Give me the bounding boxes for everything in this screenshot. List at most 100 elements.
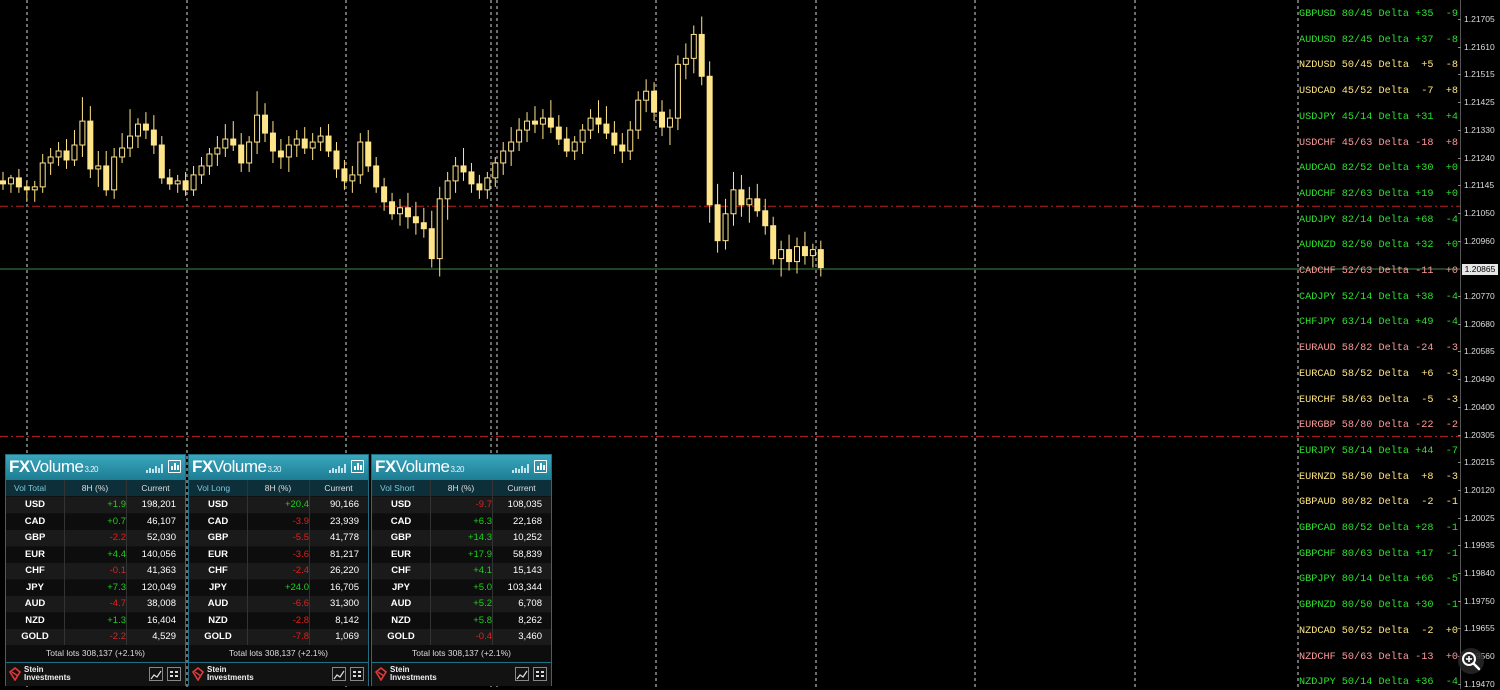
candle: [690, 25, 697, 74]
line-chart-icon[interactable]: [149, 667, 163, 681]
candle-body: [460, 165, 467, 173]
bar-chart-icon[interactable]: [534, 460, 547, 473]
candle: [39, 153, 46, 193]
candle: [754, 183, 761, 217]
candle-body: [420, 222, 427, 230]
grid-list-icon[interactable]: [533, 667, 547, 681]
price-axis[interactable]: 1.21705 1.21610 1.21515 1.21425 1.21330 1.212…: [1457, 0, 1500, 689]
candle-body: [563, 138, 570, 152]
currency-code: CHF: [208, 565, 228, 576]
column-header-type[interactable]: Vol Short: [372, 480, 430, 496]
candle: [79, 97, 86, 157]
candle-body: [158, 144, 165, 179]
candle-body: [246, 141, 253, 164]
candle-body: [603, 123, 610, 134]
candle-body: [317, 135, 324, 143]
column-header-change[interactable]: 8H (%): [430, 480, 492, 496]
panel-header[interactable]: FXVolume3.20: [189, 455, 368, 480]
column-header-type[interactable]: Vol Long: [189, 480, 247, 496]
candle: [524, 112, 531, 143]
pair-delta-row: NZDCHF 50/63 Delta -13 +0: [1299, 651, 1458, 663]
line-chart-icon[interactable]: [515, 667, 529, 681]
grid-list-icon[interactable]: [167, 667, 181, 681]
column-divider: [64, 480, 65, 645]
candle-body: [87, 120, 94, 170]
pair-delta-list: GBPUSD 80/45 Delta +35 -9 AUDUSD 82/45 De…: [1299, 0, 1459, 689]
column-divider: [126, 480, 127, 645]
stein-logo-icon: [9, 667, 21, 681]
currency-row: AUD -4.7 38,008: [6, 596, 185, 612]
currency-code: USD: [207, 499, 229, 510]
candle: [134, 118, 141, 149]
candle-body: [222, 138, 229, 149]
line-chart-icon[interactable]: [332, 667, 346, 681]
candle: [293, 130, 300, 157]
price-tick-label: 1.21145: [1457, 180, 1495, 191]
current-volume: 3,460: [518, 631, 542, 642]
currency-code: AUD: [24, 598, 46, 609]
logo-fx: FX: [375, 457, 396, 476]
column-header-current[interactable]: Current: [126, 480, 185, 496]
candle-body: [452, 165, 459, 182]
candle: [309, 133, 316, 160]
candle-body: [206, 153, 213, 167]
change-percent: -9.7: [475, 499, 492, 510]
panel-footer: Stein Investments: [189, 662, 368, 686]
candle-body: [659, 111, 666, 128]
brand-line-2: Investments: [207, 673, 254, 682]
fxvolume-logo: FXVolume3.20: [9, 457, 99, 477]
change-percent: -3.9: [292, 515, 309, 527]
current-volume: 1,069: [335, 631, 359, 642]
grid-list-icon[interactable]: [350, 667, 364, 681]
candle-body: [508, 141, 515, 152]
bar-chart-icon[interactable]: [168, 460, 181, 473]
panel-header[interactable]: FXVolume3.20: [372, 455, 551, 480]
price-tick-label: 1.19655: [1458, 623, 1495, 634]
current-volume: 90,166: [329, 499, 359, 510]
currency-row: CAD +6.3 22,168: [372, 513, 551, 530]
change-percent: -5.5: [292, 532, 309, 543]
candle-body: [111, 156, 118, 191]
price-tick-label: 1.20400: [1458, 401, 1495, 412]
candle-body: [500, 150, 507, 164]
fx-volume-panel[interactable]: FXVolume3.20 Vol Total 8H (%) Current USD +1.…: [5, 454, 186, 686]
candle-body: [293, 138, 300, 146]
candle-body: [341, 168, 348, 182]
column-header-change[interactable]: 8H (%): [247, 480, 309, 496]
candle-body: [79, 120, 86, 146]
candle-body: [262, 114, 269, 134]
candle-body: [198, 165, 205, 176]
candle: [730, 171, 737, 226]
zoom-icon[interactable]: [1458, 648, 1484, 674]
candle: [786, 234, 793, 271]
candle: [206, 148, 213, 175]
pair-delta-row: USDCAD 45/52 Delta -7 +8: [1299, 86, 1458, 98]
column-header-type[interactable]: Vol Total: [6, 480, 64, 496]
price-tick-label: 1.21515: [1458, 69, 1495, 80]
candle-body: [397, 207, 403, 215]
candle: [230, 121, 237, 152]
candle: [190, 165, 197, 196]
column-header-change[interactable]: 8H (%): [64, 480, 126, 496]
fx-volume-panel[interactable]: FXVolume3.20 Vol Long 8H (%) Current USD +20.…: [188, 454, 369, 686]
currency-code: NZD: [208, 614, 228, 626]
candle: [127, 109, 134, 157]
currency-row: GBP +14.3 10,252: [372, 530, 551, 546]
candle-body: [531, 120, 538, 125]
pair-delta-row: AUDUSD 82/45 Delta +37 -8: [1299, 34, 1458, 46]
candle: [603, 106, 610, 140]
currency-row: NZD +1.3 16,404: [6, 612, 185, 629]
column-header-current[interactable]: Current: [309, 480, 368, 496]
candle-body: [214, 147, 221, 155]
bar-chart-icon[interactable]: [351, 460, 364, 473]
change-percent: +1.3: [107, 614, 126, 626]
candle-body: [666, 117, 673, 128]
fx-volume-panel[interactable]: FXVolume3.20 Vol Short 8H (%) Current USD -9.…: [371, 454, 552, 686]
panel-header[interactable]: FXVolume3.20: [6, 455, 185, 480]
candle: [285, 136, 292, 172]
candle: [698, 16, 705, 86]
currency-row: NZD -2.8 8,142: [189, 612, 368, 629]
logo-volume: Volume: [29, 457, 84, 476]
currency-code: CHF: [391, 565, 411, 576]
column-header-current[interactable]: Current: [492, 480, 551, 496]
